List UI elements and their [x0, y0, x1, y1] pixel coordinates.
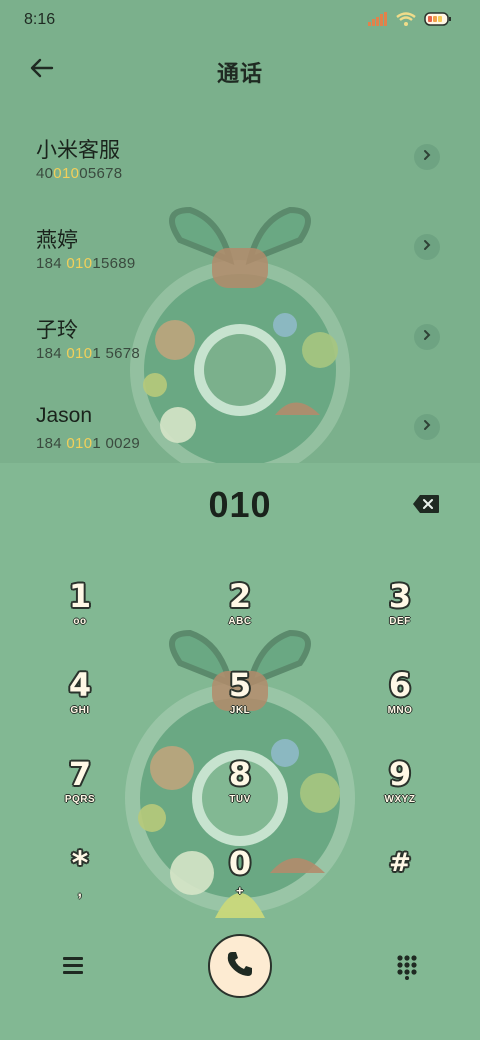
dialpad-icon [396, 955, 418, 984]
contact-number: 4001005678 [36, 165, 123, 182]
contact-detail-button[interactable] [414, 324, 440, 350]
chevron-right-icon [422, 238, 432, 256]
dialpad-toggle-button[interactable] [396, 954, 418, 985]
page-title: 通话 [216, 61, 263, 86]
dial-number-display[interactable]: 010 [0, 484, 480, 526]
contact-name: 子玲 [36, 319, 78, 342]
contact-detail-button[interactable] [414, 234, 440, 260]
menu-icon [62, 957, 84, 980]
contact-row[interactable]: 小米客服 4001005678 [0, 128, 480, 218]
key-7[interactable]: 7 PQRS [25, 756, 135, 836]
key-3[interactable]: 3 DEF [345, 578, 455, 658]
key-5[interactable]: 5 JKL [185, 667, 295, 747]
wifi-icon [396, 12, 416, 31]
chevron-right-icon [422, 418, 432, 436]
key-1[interactable]: 1 oo [25, 578, 135, 658]
key-0[interactable]: 0 + [185, 845, 295, 925]
chevron-right-icon [422, 328, 432, 346]
contact-detail-button[interactable] [414, 144, 440, 170]
key-9[interactable]: 9 WXYZ [345, 756, 455, 836]
call-button[interactable] [208, 934, 272, 998]
status-time: 8:16 [24, 11, 56, 28]
menu-button[interactable] [62, 954, 84, 981]
status-bar: 8:16 [0, 0, 480, 40]
contact-name: Jason [36, 404, 93, 427]
contact-number: 184 0101 0029 [36, 435, 141, 452]
contact-number: 184 0101 5678 [36, 345, 141, 362]
backspace-icon [412, 495, 440, 518]
signal-icon [368, 12, 388, 31]
contact-row[interactable]: 燕婷 184 01015689 [0, 218, 480, 308]
backspace-button[interactable] [412, 494, 442, 518]
contact-name: 小米客服 [36, 139, 120, 162]
key-4[interactable]: 4 GHI [25, 667, 135, 747]
voicemail-icon: oo [73, 616, 87, 627]
contact-number: 184 01015689 [36, 255, 136, 272]
contact-detail-button[interactable] [414, 414, 440, 440]
battery-icon [424, 12, 452, 31]
status-icons [368, 12, 452, 31]
phone-icon [225, 949, 255, 984]
contact-list: 小米客服 4001005678 燕婷 184 01015689 子玲 184 0… [0, 128, 480, 488]
contact-name: 燕婷 [36, 229, 78, 252]
contact-row[interactable]: Jason 184 0101 0029 [0, 398, 480, 488]
key-2[interactable]: 2 ABC [185, 578, 295, 658]
key-6[interactable]: 6 MNO [345, 667, 455, 747]
contact-row[interactable]: 子玲 184 0101 5678 [0, 308, 480, 398]
header: 通话 [0, 50, 480, 90]
key-8[interactable]: 8 TUV [185, 756, 295, 836]
key-star[interactable]: * , [25, 845, 135, 925]
chevron-right-icon [422, 148, 432, 166]
key-hash[interactable]: # [345, 845, 455, 925]
